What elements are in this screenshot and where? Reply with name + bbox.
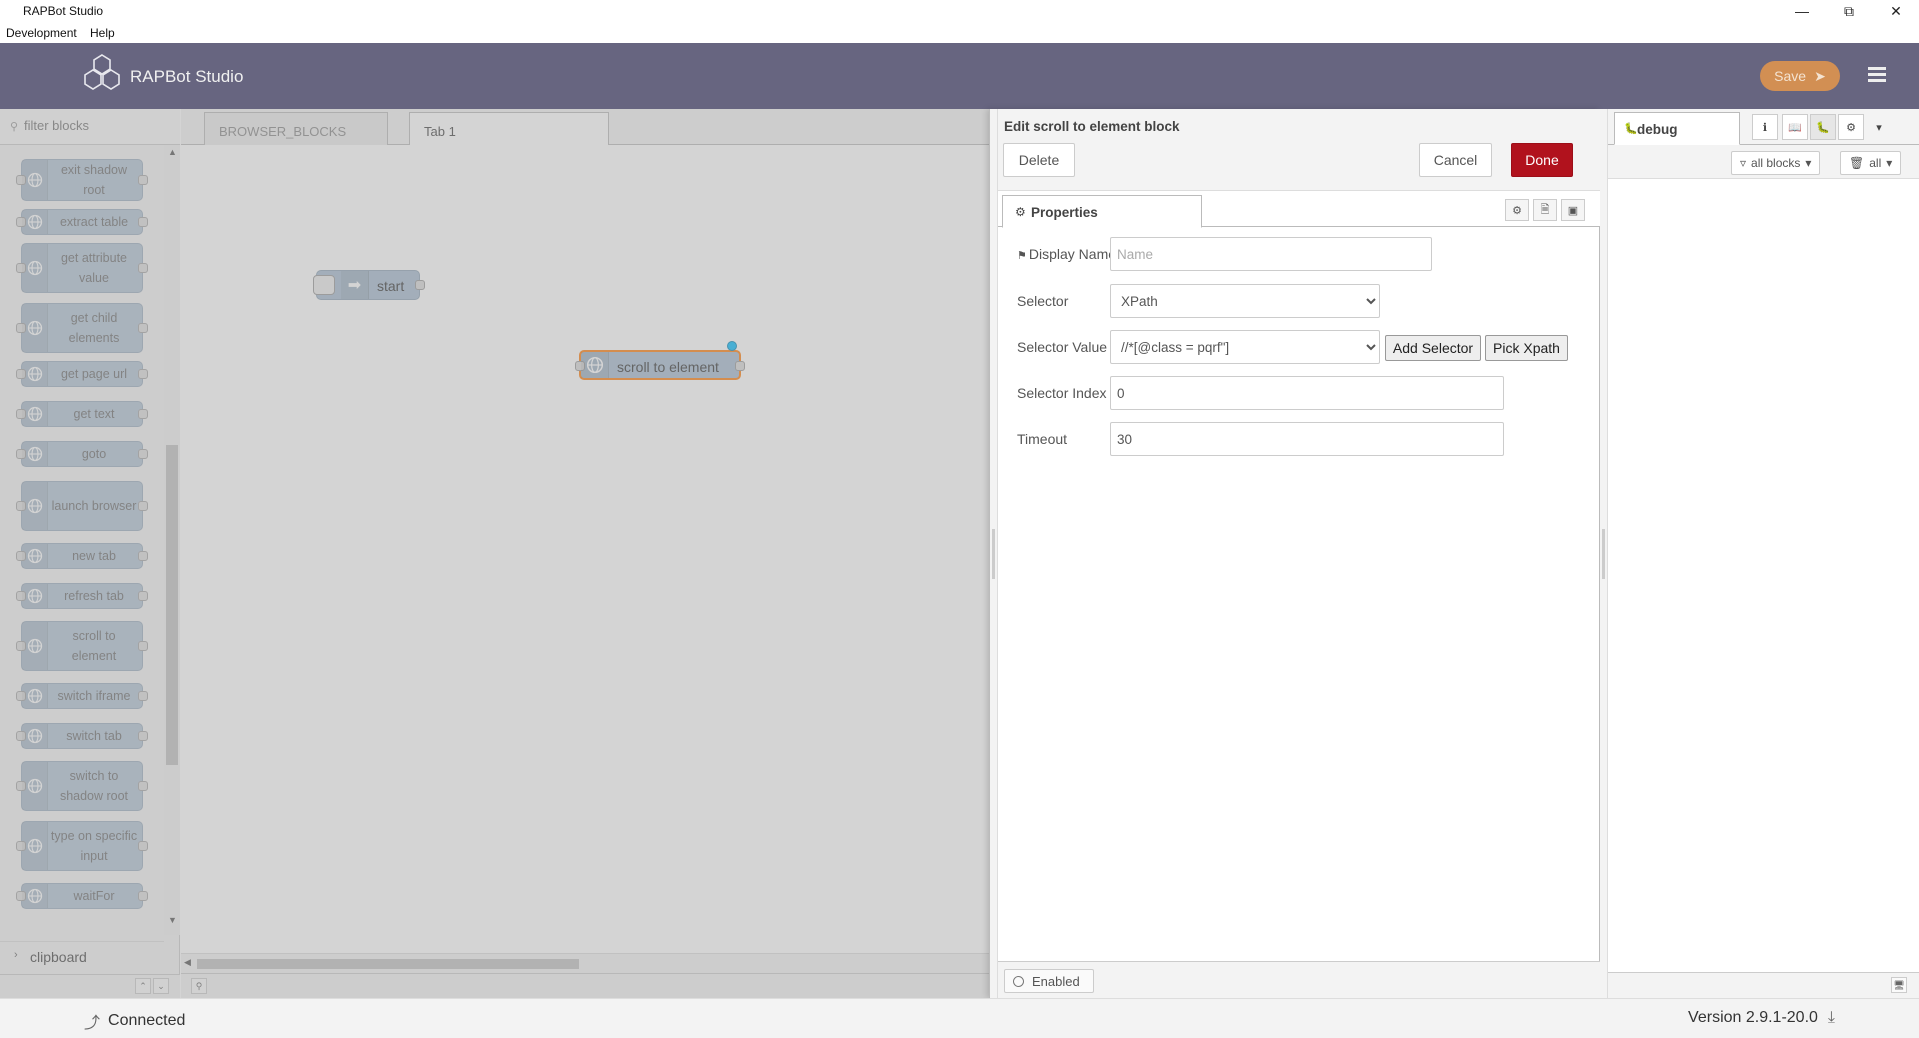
selector-value-row: Selector Value //*[@class = pqrf"] Add S… xyxy=(998,330,1600,364)
selector-index-input[interactable] xyxy=(1110,376,1504,410)
edit-tray: Edit scroll to element block Delete Canc… xyxy=(989,109,1600,998)
connection-label: Connected xyxy=(108,1012,186,1029)
property-tabs: ⚙ Properties ⚙ 🗎 ▣ xyxy=(998,191,1600,228)
restore-icon[interactable]: ⧉ xyxy=(1826,0,1872,22)
tag-icon: ⚑ xyxy=(1017,250,1027,262)
book-icon[interactable]: 📖 xyxy=(1782,114,1808,140)
monitor-icon[interactable]: 🖥 xyxy=(1891,977,1907,993)
gear-icon: ⚙ xyxy=(1015,205,1026,219)
tray-title: Edit scroll to element block xyxy=(1004,119,1180,134)
selector-row: Selector XPath xyxy=(998,284,1600,318)
clear-label: all xyxy=(1869,156,1882,170)
brand-name: RAPBot Studio xyxy=(130,67,244,86)
tray-footer: Enabled xyxy=(998,961,1600,998)
caret-down-icon: ▾ xyxy=(1805,156,1812,170)
menu-development[interactable]: Development xyxy=(6,26,77,40)
save-button[interactable]: Save ➤ xyxy=(1760,61,1840,91)
save-label: Save xyxy=(1774,68,1807,84)
gear-icon[interactable]: ⚙ xyxy=(1838,114,1864,140)
bug-icon[interactable]: 🐛 xyxy=(1810,114,1836,140)
tab-debug[interactable]: 🐛 debug xyxy=(1614,112,1740,145)
properties-tab-label: Properties xyxy=(1031,205,1098,220)
selector-index-row: Selector Index xyxy=(998,376,1600,410)
display-name-input[interactable] xyxy=(1110,237,1432,271)
sidebar-footer: 🖥 xyxy=(1608,972,1919,998)
debug-toolbar: ▿ all blocks ▾ 🗑 all ▾ xyxy=(1608,145,1919,179)
circle-icon xyxy=(1013,975,1024,987)
timeout-label: Timeout xyxy=(1017,431,1068,447)
gear-icon[interactable]: ⚙ xyxy=(1505,199,1529,221)
tray-resize-handle[interactable] xyxy=(990,109,998,998)
timeout-row: Timeout xyxy=(998,422,1600,456)
tab-properties[interactable]: ⚙ Properties xyxy=(1002,195,1202,228)
hexagon-logo-icon xyxy=(80,53,124,100)
plug-icon: ⤴ xyxy=(84,1015,101,1032)
description-icon[interactable]: 🗎 xyxy=(1533,199,1557,221)
close-icon[interactable]: ✕ xyxy=(1873,0,1919,22)
add-selector-button[interactable]: Add Selector xyxy=(1385,335,1481,361)
rocket-icon: ➤ xyxy=(1814,67,1826,84)
filter-icon: ▿ xyxy=(1740,156,1747,170)
enabled-label: Enabled xyxy=(1032,973,1080,989)
bug-icon: 🐛 xyxy=(1624,123,1638,135)
sidebar-tabs: 🐛 debug ℹ 📖 🐛 ⚙ ▾ xyxy=(1608,109,1919,145)
trash-icon: 🗑 xyxy=(1849,156,1865,170)
modal-overlay xyxy=(0,109,989,998)
window-title: RAPBot Studio xyxy=(23,4,104,18)
selector-value-select[interactable]: //*[@class = pqrf"] xyxy=(1110,330,1380,364)
sidebar-resize-handle[interactable] xyxy=(1600,109,1608,998)
window-titlebar: RAPBot Studio — ⧉ ✕ xyxy=(0,0,1919,22)
clear-dropdown[interactable]: 🗑 all ▾ xyxy=(1840,151,1902,175)
resize-grip[interactable] xyxy=(1602,529,1605,579)
appearance-icon[interactable]: ▣ xyxy=(1561,199,1585,221)
done-button[interactable]: Done xyxy=(1511,143,1573,177)
debug-tab-label: debug xyxy=(1637,122,1678,137)
app-header: RAPBot Studio Save ➤ xyxy=(0,43,1919,109)
display-name-row: ⚑ Display Name xyxy=(998,237,1600,271)
cancel-button[interactable]: Cancel xyxy=(1419,143,1492,177)
menu-hamburger-icon[interactable] xyxy=(1868,67,1886,83)
selector-select[interactable]: XPath xyxy=(1110,284,1380,318)
menu-help[interactable]: Help xyxy=(90,26,115,40)
display-name-label: ⚑ Display Name xyxy=(1017,246,1116,262)
delete-button[interactable]: Delete xyxy=(1003,143,1075,177)
resize-grip[interactable] xyxy=(992,529,995,579)
selector-value-label: Selector Value xyxy=(1017,339,1108,355)
pick-xpath-button[interactable]: Pick Xpath xyxy=(1485,335,1568,361)
connection-status: ⤴ Connected xyxy=(84,1009,185,1033)
info-icon[interactable]: ℹ xyxy=(1752,114,1778,140)
tray-header: Edit scroll to element block Delete Canc… xyxy=(998,109,1600,191)
selector-index-label: Selector Index xyxy=(1017,385,1107,401)
display-name-label-text: Display Name xyxy=(1028,246,1117,262)
enabled-toggle[interactable]: Enabled xyxy=(1004,969,1094,993)
download-icon[interactable]: ⤓ xyxy=(1828,1009,1835,1027)
chevron-down-icon[interactable]: ▾ xyxy=(1866,114,1892,140)
right-sidebar: 🐛 debug ℹ 📖 🐛 ⚙ ▾ ▿ all blocks ▾ 🗑 all ▾… xyxy=(1600,109,1919,998)
selector-label: Selector xyxy=(1017,293,1069,309)
caret-down-icon: ▾ xyxy=(1886,156,1893,170)
version-label: Version 2.9.1-20.0 xyxy=(1688,1009,1818,1026)
timeout-input[interactable] xyxy=(1110,422,1504,456)
filter-dropdown[interactable]: ▿ all blocks ▾ xyxy=(1731,151,1821,175)
menubar: Development Help xyxy=(0,22,1919,43)
version-info: Version 2.9.1-20.0 ⤓ xyxy=(1688,1009,1835,1027)
minimize-icon[interactable]: — xyxy=(1779,0,1825,22)
filter-label: all blocks xyxy=(1751,156,1801,170)
status-bar: ⤴ Connected Version 2.9.1-20.0 ⤓ xyxy=(0,998,1919,1038)
